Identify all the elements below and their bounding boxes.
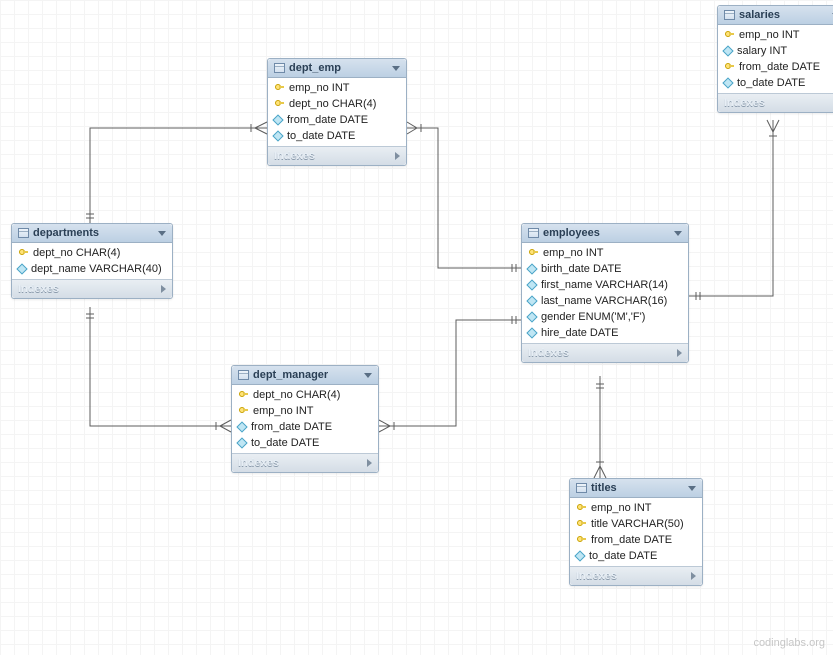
chevron-right-icon [677,349,682,357]
table-title: departments [33,227,99,239]
chevron-right-icon [395,152,400,160]
table-titles[interactable]: titles emp_no INT title VARCHAR(50) from… [569,478,703,586]
column-row: emp_no INT [718,27,833,43]
column-row: gender ENUM('M','F') [522,309,688,325]
column-row: to_date DATE [570,548,702,564]
primary-key-icon [576,503,586,513]
indexes-section[interactable]: Indexes [718,93,833,112]
table-header[interactable]: departments [12,224,172,243]
column-icon [574,550,585,561]
table-header[interactable]: dept_emp [268,59,406,78]
column-row: hire_date DATE [522,325,688,341]
table-title: titles [591,482,617,494]
primary-key-icon [724,62,734,72]
column-icon [236,437,247,448]
table-title: employees [543,227,600,239]
erd-canvas[interactable]: departments dept_no CHAR(4) dept_name VA… [0,0,833,655]
indexes-section[interactable]: Indexes [232,453,378,472]
column-row: from_date DATE [268,112,406,128]
table-icon [528,228,539,238]
column-icon [722,77,733,88]
chevron-down-icon [364,373,372,378]
column-icon [236,421,247,432]
column-row: emp_no INT [570,500,702,516]
column-row: dept_no CHAR(4) [268,96,406,112]
column-row: from_date DATE [232,419,378,435]
table-employees[interactable]: employees emp_no INT birth_date DATE fir… [521,223,689,363]
column-icon [272,114,283,125]
column-row: emp_no INT [268,80,406,96]
chevron-right-icon [691,572,696,580]
column-row: last_name VARCHAR(16) [522,293,688,309]
table-title: dept_manager [253,369,328,381]
primary-key-icon [528,248,538,258]
column-row: dept_no CHAR(4) [12,245,172,261]
table-title: salaries [739,9,780,21]
table-departments[interactable]: departments dept_no CHAR(4) dept_name VA… [11,223,173,299]
column-icon [526,279,537,290]
column-row: dept_no CHAR(4) [232,387,378,403]
primary-key-icon [576,535,586,545]
connectors [0,0,833,655]
table-header[interactable]: dept_manager [232,366,378,385]
table-icon [18,228,29,238]
indexes-section[interactable]: Indexes [522,343,688,362]
column-row: title VARCHAR(50) [570,516,702,532]
column-icon [722,45,733,56]
table-icon [724,10,735,20]
column-icon [272,130,283,141]
table-header[interactable]: titles [570,479,702,498]
column-icon [526,311,537,322]
table-header[interactable]: salaries [718,6,833,25]
indexes-section[interactable]: Indexes [570,566,702,585]
primary-key-icon [18,248,28,258]
table-salaries[interactable]: salaries emp_no INT salary INT from_date… [717,5,833,113]
column-row: from_date DATE [718,59,833,75]
column-row: to_date DATE [718,75,833,91]
indexes-section[interactable]: Indexes [12,279,172,298]
table-title: dept_emp [289,62,341,74]
table-dept-emp[interactable]: dept_emp emp_no INT dept_no CHAR(4) from… [267,58,407,166]
column-row: birth_date DATE [522,261,688,277]
watermark: codinglabs.org [753,637,825,649]
column-row: to_date DATE [232,435,378,451]
primary-key-icon [274,99,284,109]
table-icon [274,63,285,73]
table-dept-manager[interactable]: dept_manager dept_no CHAR(4) emp_no INT … [231,365,379,473]
primary-key-icon [238,390,248,400]
column-row: from_date DATE [570,532,702,548]
column-icon [526,263,537,274]
column-icon [16,263,27,274]
chevron-right-icon [161,285,166,293]
primary-key-icon [576,519,586,529]
column-icon [526,327,537,338]
column-row: first_name VARCHAR(14) [522,277,688,293]
table-icon [238,370,249,380]
column-row: emp_no INT [232,403,378,419]
column-row: to_date DATE [268,128,406,144]
chevron-right-icon [367,459,372,467]
column-row: dept_name VARCHAR(40) [12,261,172,277]
chevron-down-icon [392,66,400,71]
chevron-down-icon [158,231,166,236]
primary-key-icon [274,83,284,93]
table-icon [576,483,587,493]
column-row: salary INT [718,43,833,59]
chevron-down-icon [688,486,696,491]
column-row: emp_no INT [522,245,688,261]
column-icon [526,295,537,306]
indexes-section[interactable]: Indexes [268,146,406,165]
chevron-down-icon [674,231,682,236]
primary-key-icon [724,30,734,40]
table-header[interactable]: employees [522,224,688,243]
primary-key-icon [238,406,248,416]
